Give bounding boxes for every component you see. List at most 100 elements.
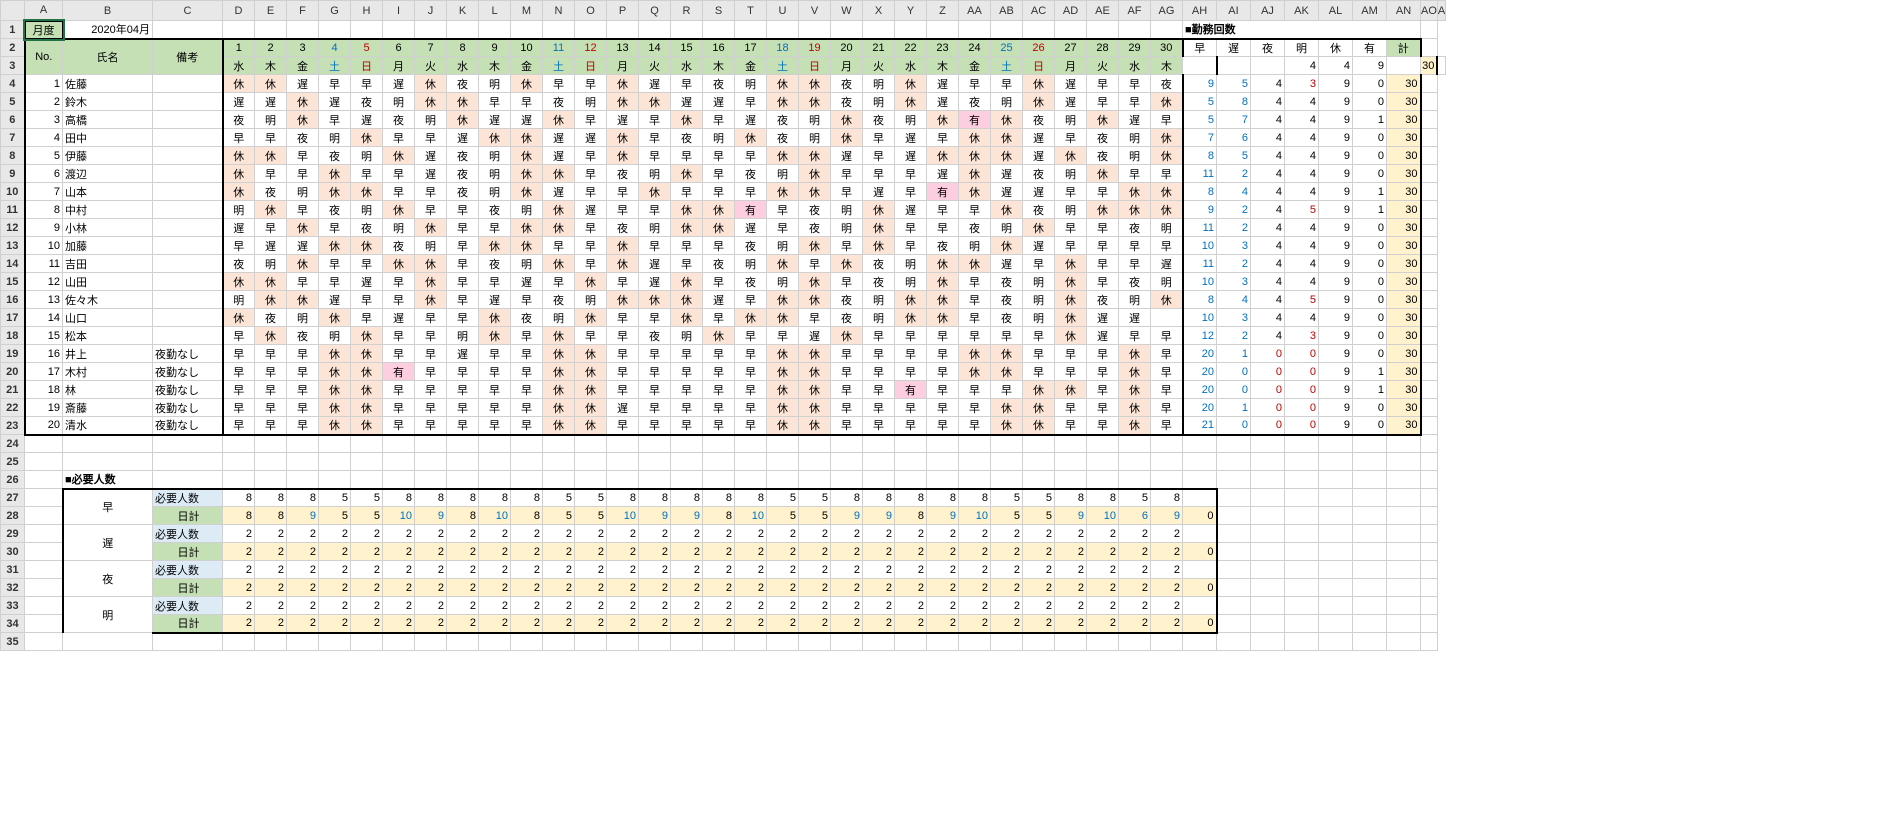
- shift-cell[interactable]: 遅: [223, 93, 255, 111]
- col-header-X[interactable]: X: [863, 1, 895, 21]
- shift-cell[interactable]: 夜: [223, 111, 255, 129]
- cell[interactable]: [287, 435, 319, 453]
- need-req[interactable]: 2: [895, 525, 927, 543]
- shift-cell[interactable]: 早: [895, 183, 927, 201]
- col-header-AI[interactable]: AI: [1217, 1, 1251, 21]
- shift-cell[interactable]: 休: [767, 255, 799, 273]
- shift-cell[interactable]: 早: [1119, 165, 1151, 183]
- shift-cell[interactable]: 休: [927, 273, 959, 291]
- need-req[interactable]: 2: [1055, 561, 1087, 579]
- cell[interactable]: [1353, 615, 1387, 633]
- stat-cell[interactable]: 4: [1285, 255, 1319, 273]
- cell[interactable]: [255, 453, 287, 471]
- staff-name[interactable]: 高橋: [63, 111, 153, 129]
- cell[interactable]: [1285, 507, 1319, 525]
- shift-cell[interactable]: 明: [415, 237, 447, 255]
- shift-cell[interactable]: 休: [799, 93, 831, 111]
- need-req[interactable]: 8: [479, 489, 511, 507]
- shift-cell[interactable]: 休: [607, 237, 639, 255]
- need-act[interactable]: 5: [767, 507, 799, 525]
- stat-cell[interactable]: 0: [1251, 417, 1285, 435]
- cell[interactable]: [1151, 633, 1183, 651]
- shift-cell[interactable]: 早: [703, 183, 735, 201]
- col-header-K[interactable]: K: [447, 1, 479, 21]
- shift-cell[interactable]: 早: [575, 327, 607, 345]
- stat-cell[interactable]: 4: [1251, 237, 1285, 255]
- shift-cell[interactable]: 休: [479, 309, 511, 327]
- shift-cell[interactable]: 早: [479, 273, 511, 291]
- shift-cell[interactable]: [1151, 309, 1183, 327]
- cell[interactable]: [25, 561, 63, 579]
- cell[interactable]: [1023, 471, 1055, 489]
- need-req[interactable]: 2: [735, 525, 767, 543]
- stat-cell[interactable]: 20: [1183, 345, 1217, 363]
- row-header[interactable]: 17: [1, 309, 25, 327]
- shift-cell[interactable]: 明: [255, 111, 287, 129]
- need-act[interactable]: 2: [927, 615, 959, 633]
- shift-cell[interactable]: 早: [863, 147, 895, 165]
- cell[interactable]: [1217, 615, 1251, 633]
- need-req[interactable]: 2: [287, 597, 319, 615]
- shift-cell[interactable]: 休: [255, 201, 287, 219]
- cell[interactable]: [1319, 471, 1353, 489]
- shift-cell[interactable]: 休: [1023, 399, 1055, 417]
- stat-cell[interactable]: 20: [1183, 399, 1217, 417]
- need-req[interactable]: 8: [831, 489, 863, 507]
- cell[interactable]: [1421, 471, 1438, 489]
- shift-cell[interactable]: 休: [575, 273, 607, 291]
- need-req[interactable]: 2: [639, 597, 671, 615]
- shift-cell[interactable]: 早: [607, 309, 639, 327]
- day-num[interactable]: 9: [479, 39, 511, 57]
- cell[interactable]: [639, 633, 671, 651]
- need-act[interactable]: 2: [1087, 615, 1119, 633]
- shift-cell[interactable]: 休: [287, 93, 319, 111]
- cell[interactable]: [511, 21, 543, 39]
- shift-cell[interactable]: 夜: [671, 129, 703, 147]
- shift-cell[interactable]: 休: [511, 165, 543, 183]
- cell[interactable]: [735, 453, 767, 471]
- shift-cell[interactable]: 遅: [575, 201, 607, 219]
- shift-cell[interactable]: 早: [415, 201, 447, 219]
- shift-cell[interactable]: 夜: [927, 237, 959, 255]
- shift-cell[interactable]: 夜: [1023, 165, 1055, 183]
- shift-cell[interactable]: 遅: [255, 237, 287, 255]
- shift-cell[interactable]: 休: [479, 237, 511, 255]
- need-req[interactable]: 2: [543, 525, 575, 543]
- shift-cell[interactable]: 休: [1087, 165, 1119, 183]
- stat-cell[interactable]: 9: [1319, 291, 1353, 309]
- need-req[interactable]: 8: [927, 489, 959, 507]
- shift-cell[interactable]: 明: [735, 75, 767, 93]
- shift-cell[interactable]: 明: [223, 201, 255, 219]
- shift-cell[interactable]: 早: [511, 417, 543, 435]
- stat-cell[interactable]: 30: [1387, 93, 1421, 111]
- shift-cell[interactable]: 休: [671, 165, 703, 183]
- shift-cell[interactable]: 休: [415, 219, 447, 237]
- stat-cell[interactable]: 4: [1251, 327, 1285, 345]
- shift-cell[interactable]: 明: [831, 219, 863, 237]
- cell[interactable]: [1353, 597, 1387, 615]
- cell[interactable]: [543, 471, 575, 489]
- shift-cell[interactable]: 休: [383, 147, 415, 165]
- cell[interactable]: [991, 21, 1023, 39]
- shift-cell[interactable]: 明: [863, 93, 895, 111]
- need-req[interactable]: 2: [639, 561, 671, 579]
- need-act[interactable]: 2: [383, 615, 415, 633]
- cell[interactable]: [1421, 633, 1438, 651]
- weekday[interactable]: 日: [799, 57, 831, 75]
- cell[interactable]: [1023, 633, 1055, 651]
- need-req[interactable]: 2: [447, 597, 479, 615]
- shift-cell[interactable]: 早: [543, 75, 575, 93]
- cell[interactable]: [1217, 633, 1251, 651]
- shift-cell[interactable]: 遅: [1055, 75, 1087, 93]
- need-label[interactable]: 早: [63, 489, 153, 525]
- shift-cell[interactable]: 明: [543, 309, 575, 327]
- shift-cell[interactable]: 休: [639, 93, 671, 111]
- shift-cell[interactable]: 夜: [287, 129, 319, 147]
- shift-cell[interactable]: 早: [1055, 345, 1087, 363]
- need-act[interactable]: 2: [543, 543, 575, 561]
- shift-cell[interactable]: 休: [319, 363, 351, 381]
- stat-cell[interactable]: 2: [1217, 165, 1251, 183]
- cell[interactable]: [383, 633, 415, 651]
- need-act[interactable]: 2: [639, 579, 671, 597]
- shift-cell[interactable]: 夜: [959, 219, 991, 237]
